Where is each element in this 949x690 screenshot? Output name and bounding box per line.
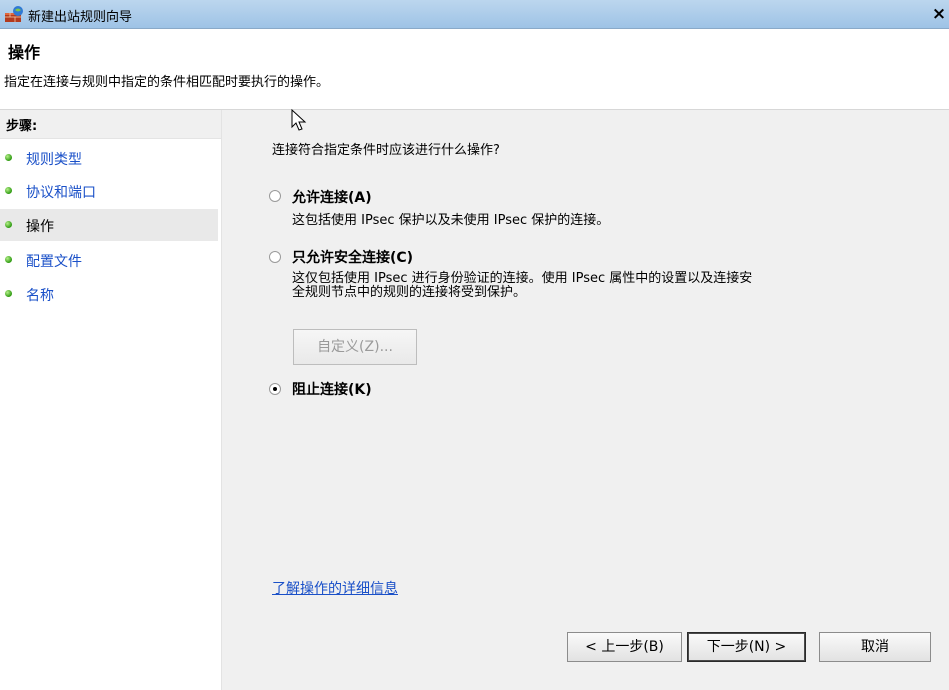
step-protocol-and-ports[interactable]: 协议和端口 (0, 175, 218, 207)
green-bullet-icon (5, 154, 12, 161)
radio-block-connection[interactable] (269, 383, 281, 395)
steps-heading: 步骤: (0, 110, 221, 139)
page-title: 操作 (8, 43, 41, 62)
green-bullet-icon (5, 221, 12, 228)
step-label: 配置文件 (26, 254, 82, 270)
option-secure-desc-line1: 这仅包括使用 IPsec 进行身份验证的连接。使用 IPsec 属性中的设置以及… (292, 271, 753, 286)
step-name[interactable]: 名称 (0, 278, 218, 310)
mouse-pointer-icon (291, 108, 307, 131)
close-button[interactable]: × (931, 4, 947, 24)
step-label: 协议和端口 (26, 185, 96, 201)
green-bullet-icon (5, 187, 12, 194)
firewall-icon (5, 6, 23, 22)
step-label: 操作 (26, 219, 54, 235)
window-title: 新建出站规则向导 (28, 10, 133, 25)
cancel-button[interactable]: 取消 (819, 632, 931, 662)
action-question: 连接符合指定条件时应该进行什么操作? (272, 143, 500, 158)
main-panel: 连接符合指定条件时应该进行什么操作? 允许连接(A) 这包括使用 IPsec 保… (222, 110, 949, 690)
radio-allow-connection[interactable] (269, 190, 281, 202)
option-allow-desc: 这包括使用 IPsec 保护以及未使用 IPsec 保护的连接。 (292, 213, 610, 228)
title-bar: 新建出站规则向导 × (0, 0, 949, 29)
back-button[interactable]: < 上一步(B) (567, 632, 682, 662)
option-secure-title[interactable]: 只允许安全连接(C) (292, 247, 413, 267)
steps-sidebar: 步骤: 规则类型 协议和端口 操作 配置文件 名称 (0, 110, 222, 690)
option-block-title[interactable]: 阻止连接(K) (292, 379, 372, 399)
green-bullet-icon (5, 256, 12, 263)
next-button[interactable]: 下一步(N) > (687, 632, 806, 662)
step-action[interactable]: 操作 (0, 209, 218, 241)
customize-button[interactable]: 自定义(Z)... (293, 329, 417, 365)
green-bullet-icon (5, 290, 12, 297)
step-profile[interactable]: 配置文件 (0, 244, 218, 276)
step-label: 名称 (26, 288, 54, 304)
step-rule-type[interactable]: 规则类型 (0, 142, 218, 174)
learn-more-link[interactable]: 了解操作的详细信息 (272, 578, 398, 598)
option-secure-desc-line2: 全规则节点中的规则的连接将受到保护。 (292, 285, 527, 300)
radio-allow-secure-connection[interactable] (269, 251, 281, 263)
steps-heading-label: 步骤: (6, 119, 38, 134)
wizard-header: 操作 指定在连接与规则中指定的条件相匹配时要执行的操作。 (0, 29, 949, 110)
page-description: 指定在连接与规则中指定的条件相匹配时要执行的操作。 (4, 75, 330, 90)
option-allow-title[interactable]: 允许连接(A) (292, 187, 372, 207)
step-label: 规则类型 (26, 152, 82, 168)
